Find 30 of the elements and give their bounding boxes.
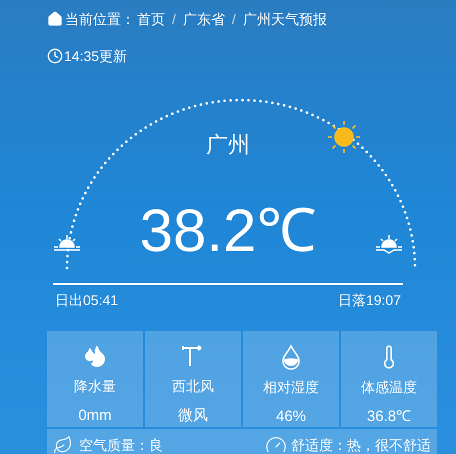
city-name: 广州 — [206, 131, 250, 159]
leaf-icon — [53, 435, 73, 454]
update-time: 14:35更新 — [64, 46, 128, 66]
temperature: 38.2℃ — [140, 199, 316, 263]
home-icon — [47, 11, 63, 27]
gauge-icon — [265, 434, 287, 454]
breadcrumb-separator: / — [232, 10, 236, 28]
breadcrumb-link[interactable]: 首页 — [137, 8, 165, 30]
sun-icon — [327, 120, 361, 154]
stat-label: 体感温度 — [361, 378, 417, 397]
breadcrumb-label: 当前位置： — [65, 10, 135, 28]
droplets-icon — [83, 344, 107, 368]
sunrise-time: 日出05:41 — [55, 291, 118, 310]
stat-label: 西北风 — [172, 376, 214, 396]
stat-label: 降水量 — [74, 376, 116, 396]
sunrise-icon — [53, 232, 81, 254]
stat-label: 相对湿度 — [263, 378, 319, 397]
comfort-level: 舒适度：热，很不舒适 — [291, 436, 431, 454]
stat-value: 微风 — [178, 406, 208, 426]
air-quality: 空气质量：良 — [79, 436, 163, 454]
breadcrumb-link[interactable]: 广东省 — [182, 8, 225, 30]
stat-value: 0mm — [78, 406, 112, 426]
sunset-time: 日落19:07 — [338, 291, 401, 310]
stat-value: 46% — [276, 407, 306, 427]
sunset-icon — [375, 232, 403, 254]
breadcrumb-link[interactable]: 广州天气预报 — [242, 8, 327, 30]
water-drop-icon — [280, 344, 302, 370]
breadcrumb-separator: / — [172, 10, 176, 28]
clock-icon — [47, 48, 63, 64]
stat-value: 36.8℃ — [366, 407, 412, 427]
